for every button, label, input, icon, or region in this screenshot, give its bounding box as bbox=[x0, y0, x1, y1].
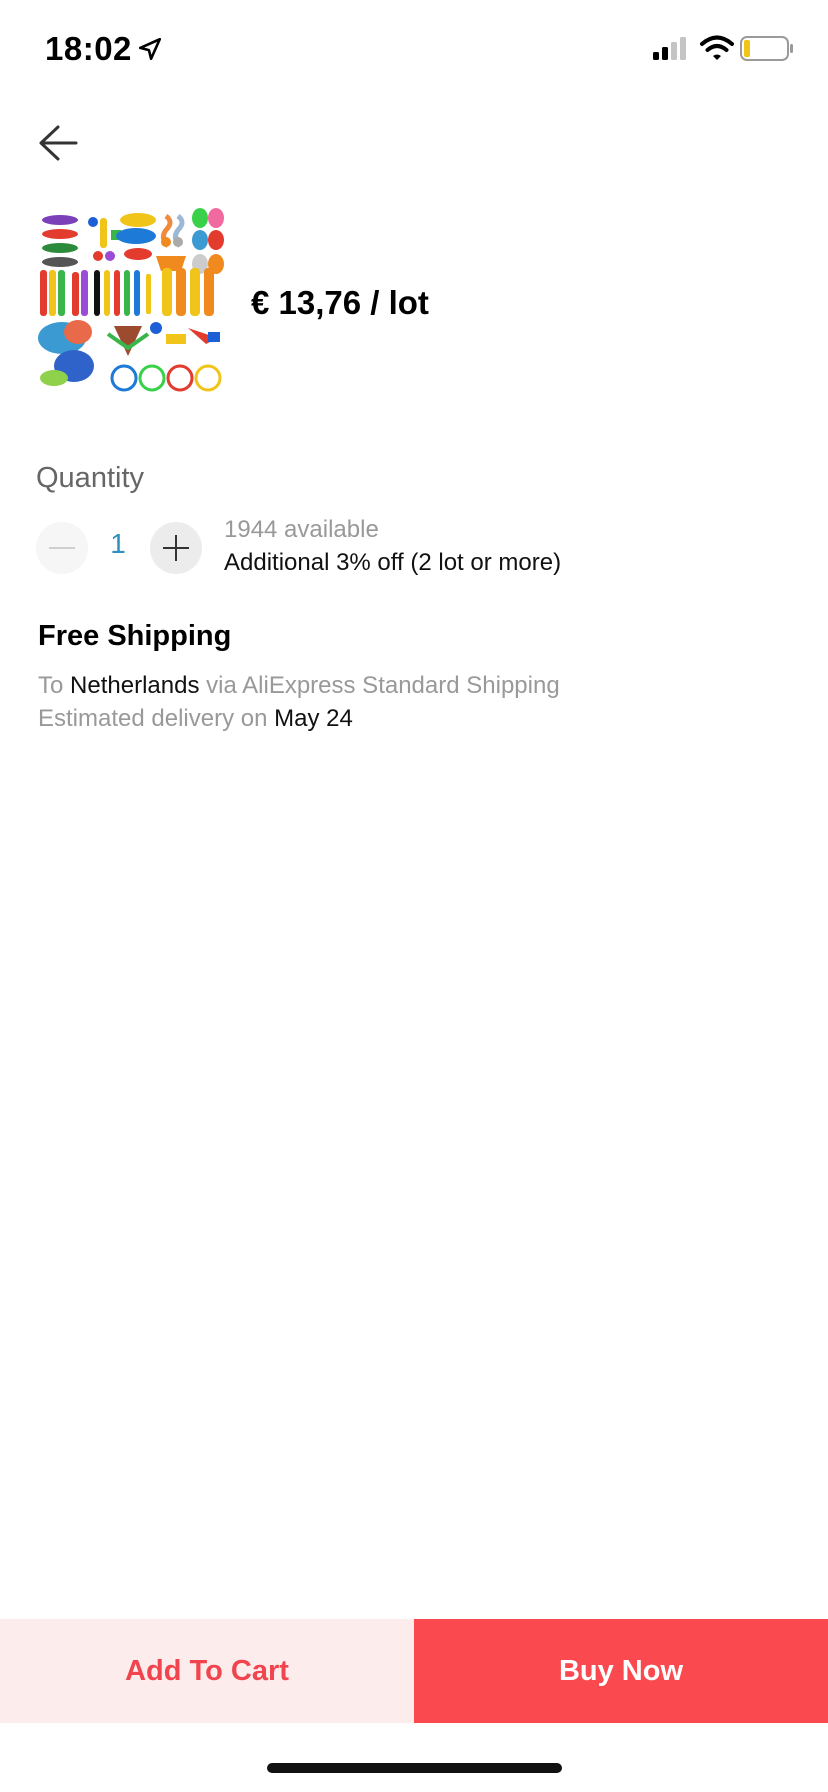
plus-icon bbox=[163, 535, 189, 561]
status-time: 18:02 bbox=[45, 30, 132, 67]
bulk-discount: Additional 3% off (2 lot or more) bbox=[224, 549, 562, 576]
buy-now-button[interactable]: Buy Now bbox=[414, 1619, 828, 1723]
delivery-prefix: Estimated delivery on bbox=[38, 705, 268, 732]
delivery-date: May 24 bbox=[274, 705, 353, 732]
shipping-destination-line: To Netherlands via AliExpress Standard S… bbox=[38, 672, 560, 700]
quantity-title: Quantity bbox=[36, 462, 144, 494]
location-arrow-icon bbox=[138, 37, 162, 61]
quantity-increment-button[interactable] bbox=[150, 522, 202, 574]
status-bar: 18:02 bbox=[0, 0, 828, 100]
product-price: € 13,76 / lot bbox=[251, 284, 429, 321]
quantity-value[interactable]: 1 bbox=[98, 528, 138, 560]
minus-icon bbox=[49, 547, 75, 549]
available-stock: 1944 available bbox=[224, 516, 379, 543]
shipping-to-prefix: To bbox=[38, 672, 64, 699]
home-indicator bbox=[267, 1763, 562, 1773]
add-to-cart-button[interactable]: Add To Cart bbox=[0, 1619, 414, 1723]
arrow-left-icon bbox=[39, 125, 78, 161]
battery-icon bbox=[740, 36, 793, 61]
quantity-decrement-button[interactable] bbox=[36, 522, 88, 574]
shipping-method: via AliExpress Standard Shipping bbox=[206, 672, 560, 699]
back-button[interactable] bbox=[30, 115, 86, 171]
wifi-icon bbox=[700, 35, 734, 60]
cellular-signal-icon bbox=[653, 37, 686, 60]
estimated-delivery-line: Estimated delivery on May 24 bbox=[38, 705, 353, 733]
shipping-title: Free Shipping bbox=[38, 620, 232, 652]
shipping-destination: Netherlands bbox=[70, 672, 200, 699]
product-image bbox=[38, 208, 226, 396]
